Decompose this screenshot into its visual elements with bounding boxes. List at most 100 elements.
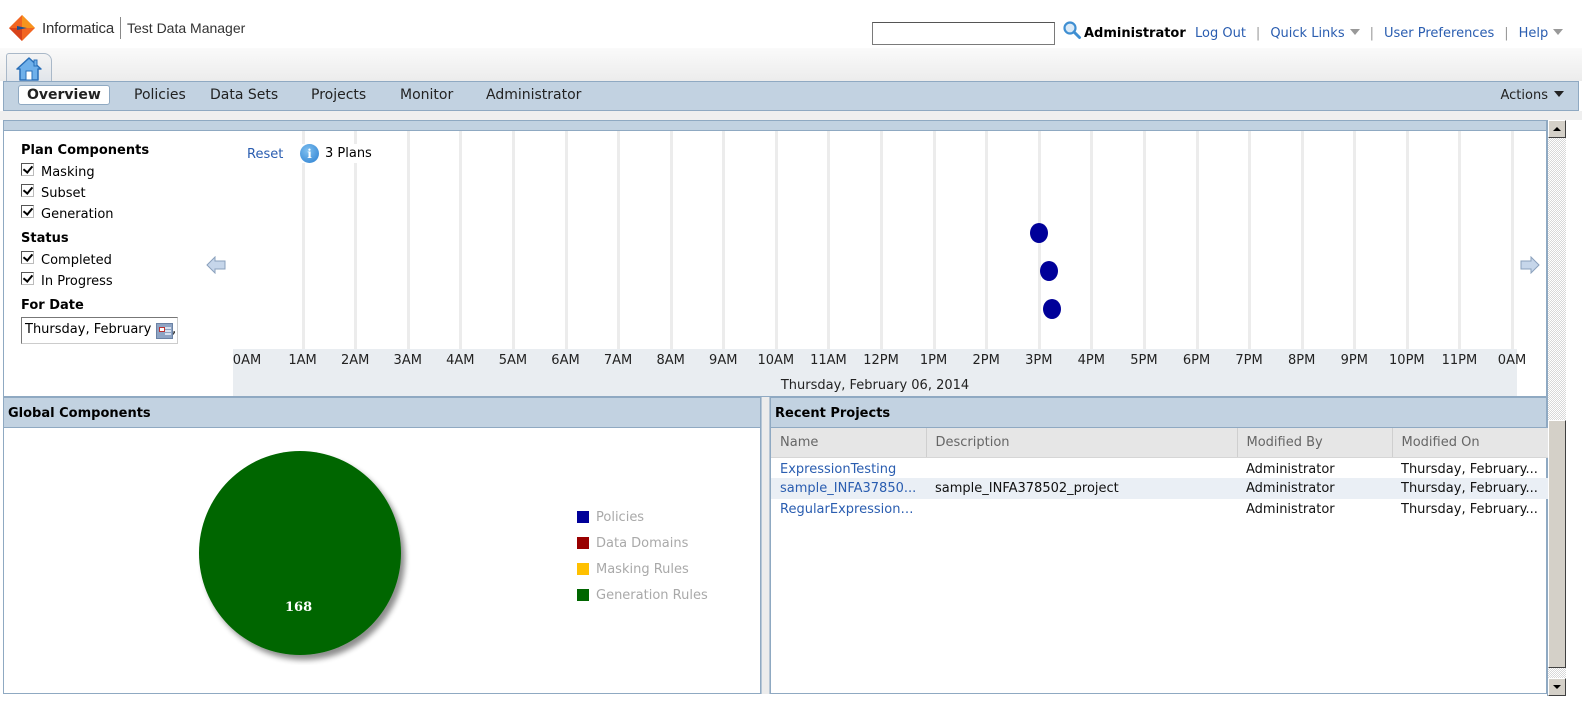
- x-tick-label: 3AM: [393, 353, 422, 368]
- recent-projects-title: Recent Projects: [771, 398, 1546, 428]
- legend-item-policies[interactable]: Policies: [577, 504, 708, 530]
- nav-overview[interactable]: Overview: [18, 85, 110, 105]
- generation-checkbox[interactable]: [21, 205, 34, 218]
- timeline-gridline: [354, 131, 358, 349]
- generation-label: Generation: [41, 207, 114, 222]
- nav-data-sets[interactable]: Data Sets: [210, 85, 278, 105]
- timeline-panel-header: [4, 121, 1546, 131]
- filter-subset[interactable]: Subset: [21, 183, 178, 204]
- quick-links-menu[interactable]: Quick Links: [1270, 26, 1360, 41]
- legend-swatch: [577, 563, 589, 575]
- plans-count-label: 3 Plans: [325, 146, 372, 161]
- timeline-gridline: [722, 131, 726, 349]
- timeline-gridline: [827, 131, 831, 349]
- calendar-icon[interactable]: [156, 323, 173, 339]
- table-row[interactable]: ExpressionTesting Administrator Thursday…: [771, 457, 1548, 478]
- plan-timeline-panel: Plan Components Masking Subset Generatio…: [3, 120, 1547, 397]
- nav-monitor[interactable]: Monitor: [400, 85, 453, 105]
- project-description: sample_INFA378502_project: [926, 478, 1237, 499]
- nav-policies[interactable]: Policies: [134, 85, 186, 105]
- brand-name: Informatica: [42, 19, 114, 37]
- project-name-link[interactable]: ExpressionTesting: [771, 457, 926, 478]
- timeline-gridline: [1353, 131, 1357, 349]
- column-header-name[interactable]: Name: [771, 428, 927, 458]
- timeline-gridline: [301, 131, 305, 349]
- plan-dot[interactable]: [1040, 261, 1059, 281]
- timeline-gridline: [1300, 131, 1304, 349]
- plan-dot[interactable]: [1042, 299, 1061, 319]
- legend-item-generation-rules[interactable]: Generation Rules: [577, 582, 708, 608]
- x-tick-label: 7PM: [1235, 353, 1263, 368]
- x-tick-label: 9AM: [709, 353, 738, 368]
- home-tab[interactable]: [6, 53, 52, 83]
- scroll-up-button[interactable]: [1548, 120, 1566, 138]
- column-header-modified-on[interactable]: Modified On: [1392, 428, 1548, 458]
- help-label: Help: [1518, 26, 1549, 41]
- previous-day-arrow-icon[interactable]: [206, 256, 226, 274]
- legend-label: Masking Rules: [596, 561, 689, 577]
- filter-in-progress[interactable]: In Progress: [21, 271, 178, 292]
- panel-splitter[interactable]: [761, 397, 770, 694]
- x-tick-label: 0AM: [1497, 353, 1527, 368]
- timeline-gridline: [617, 131, 621, 349]
- subset-checkbox[interactable]: [21, 184, 34, 197]
- plan-dot[interactable]: [1029, 223, 1048, 243]
- search-icon[interactable]: [1062, 20, 1082, 40]
- project-name-link[interactable]: sample_INFA37850...: [771, 478, 926, 499]
- timeline-gridline: [1511, 131, 1514, 349]
- project-modified-by: Administrator: [1237, 478, 1392, 499]
- app-logo: Informatica Test Data Manager: [8, 14, 245, 42]
- info-icon: i: [300, 144, 319, 163]
- recent-projects-panel: Recent Projects Name Description Modifie…: [770, 397, 1548, 694]
- table-row[interactable]: RegularExpressionP... Administrator Thur…: [771, 499, 1548, 520]
- reset-link[interactable]: Reset: [247, 147, 292, 162]
- pie-slice-generation-rules[interactable]: [199, 451, 401, 655]
- help-menu[interactable]: Help: [1519, 26, 1564, 41]
- link-separator: |: [1255, 26, 1261, 41]
- column-header-modified-by[interactable]: Modified By: [1237, 428, 1393, 458]
- timeline-gridline: [406, 131, 410, 349]
- workspace-tabstrip: [0, 48, 1582, 83]
- masking-checkbox[interactable]: [21, 163, 34, 176]
- logo-divider: [120, 17, 121, 39]
- scroll-down-button[interactable]: [1548, 678, 1566, 696]
- chevron-down-icon: [1553, 28, 1564, 35]
- logout-link[interactable]: Log Out: [1195, 26, 1246, 41]
- legend-item-masking-rules[interactable]: Masking Rules: [577, 556, 708, 582]
- user-preferences-link[interactable]: User Preferences: [1384, 26, 1494, 41]
- timeline-chart: [233, 131, 1517, 349]
- timeline-date-label: Thursday, February 06, 2014: [780, 378, 970, 393]
- quick-links-label: Quick Links: [1270, 26, 1345, 41]
- content-spacer: [0, 111, 1582, 120]
- plan-components-heading: Plan Components: [21, 143, 150, 158]
- in-progress-checkbox[interactable]: [21, 272, 34, 285]
- project-name-link[interactable]: RegularExpressionP...: [771, 499, 926, 520]
- legend-swatch: [577, 511, 589, 523]
- scrollbar-thumb[interactable]: [1548, 420, 1566, 668]
- arrow-up-icon: [1553, 127, 1561, 131]
- timeline-gridline: [774, 131, 778, 349]
- x-tick-label: 4AM: [446, 353, 475, 368]
- filter-completed[interactable]: Completed: [21, 250, 178, 271]
- nav-administrator[interactable]: Administrator: [486, 85, 581, 105]
- filter-masking[interactable]: Masking: [21, 162, 178, 183]
- for-date-input[interactable]: Thursday, February 06, 2014: [21, 317, 178, 344]
- table-row[interactable]: sample_INFA37850... sample_INFA378502_pr…: [771, 478, 1548, 499]
- legend-label: Generation Rules: [596, 587, 708, 603]
- completed-label: Completed: [41, 253, 112, 268]
- timeline-gridline: [1142, 131, 1146, 349]
- column-header-description[interactable]: Description: [926, 428, 1238, 458]
- completed-checkbox[interactable]: [21, 251, 34, 264]
- legend-item-data-domains[interactable]: Data Domains: [577, 530, 708, 556]
- filter-generation[interactable]: Generation: [21, 204, 178, 225]
- search-input[interactable]: [872, 22, 1055, 45]
- next-day-arrow-icon[interactable]: [1520, 256, 1540, 274]
- actions-menu[interactable]: Actions: [1501, 88, 1564, 103]
- page-vertical-scrollbar[interactable]: [1547, 120, 1566, 696]
- chevron-down-icon: [1349, 28, 1360, 35]
- x-tick-label: 0AM: [232, 353, 262, 368]
- x-tick-label: 6AM: [551, 353, 580, 368]
- x-tick-label: 4PM: [1077, 353, 1105, 368]
- x-tick-label: 3PM: [1025, 353, 1053, 368]
- nav-projects[interactable]: Projects: [311, 85, 366, 105]
